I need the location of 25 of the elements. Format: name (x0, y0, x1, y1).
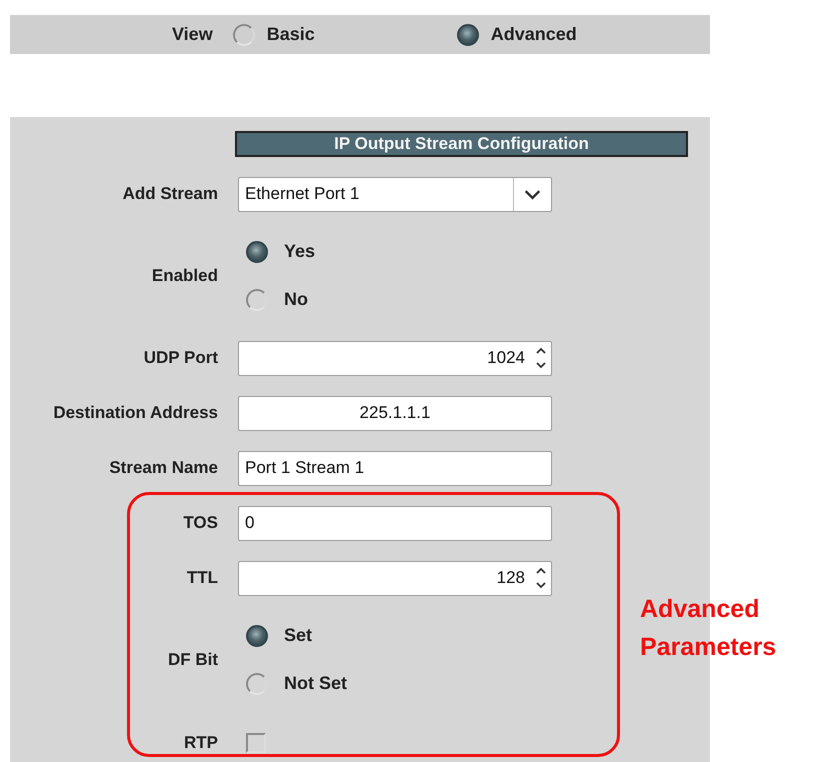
view-option[interactable]: Basic (232, 24, 457, 46)
view-option[interactable]: Advanced (456, 24, 617, 46)
radio-option[interactable]: Not Set (246, 660, 347, 708)
field-label: Stream Name (108, 458, 218, 478)
annotation-text: Advanced Parameters (640, 594, 778, 663)
field-label: TTL (186, 568, 218, 588)
panel-header: IP Output Stream Configuration (235, 131, 688, 157)
radio-option[interactable]: Yes (246, 228, 316, 276)
view-label: View (172, 24, 213, 45)
field-label: Enabled (150, 266, 218, 286)
field-label: TOS (182, 513, 218, 533)
text-field[interactable]: Port 1 Stream 1 (238, 450, 552, 486)
field-label: DF Bit (166, 650, 218, 670)
checkbox[interactable] (246, 732, 266, 752)
number-field[interactable]: 128 (238, 560, 552, 596)
field-label: RTP (183, 732, 218, 752)
field-label: Destination Address (52, 403, 218, 423)
address-field[interactable]: 225.1.1.1 (238, 396, 552, 430)
number-field[interactable]: 1024 (238, 340, 552, 376)
stream-dropdown[interactable]: Ethernet Port 1 (238, 176, 552, 212)
radio-option[interactable]: Set (246, 612, 347, 660)
field-label: UDP Port (142, 348, 218, 368)
field-label: Add Stream (122, 184, 218, 204)
text-field[interactable]: 0 (238, 506, 552, 540)
radio-option[interactable]: No (246, 276, 316, 324)
